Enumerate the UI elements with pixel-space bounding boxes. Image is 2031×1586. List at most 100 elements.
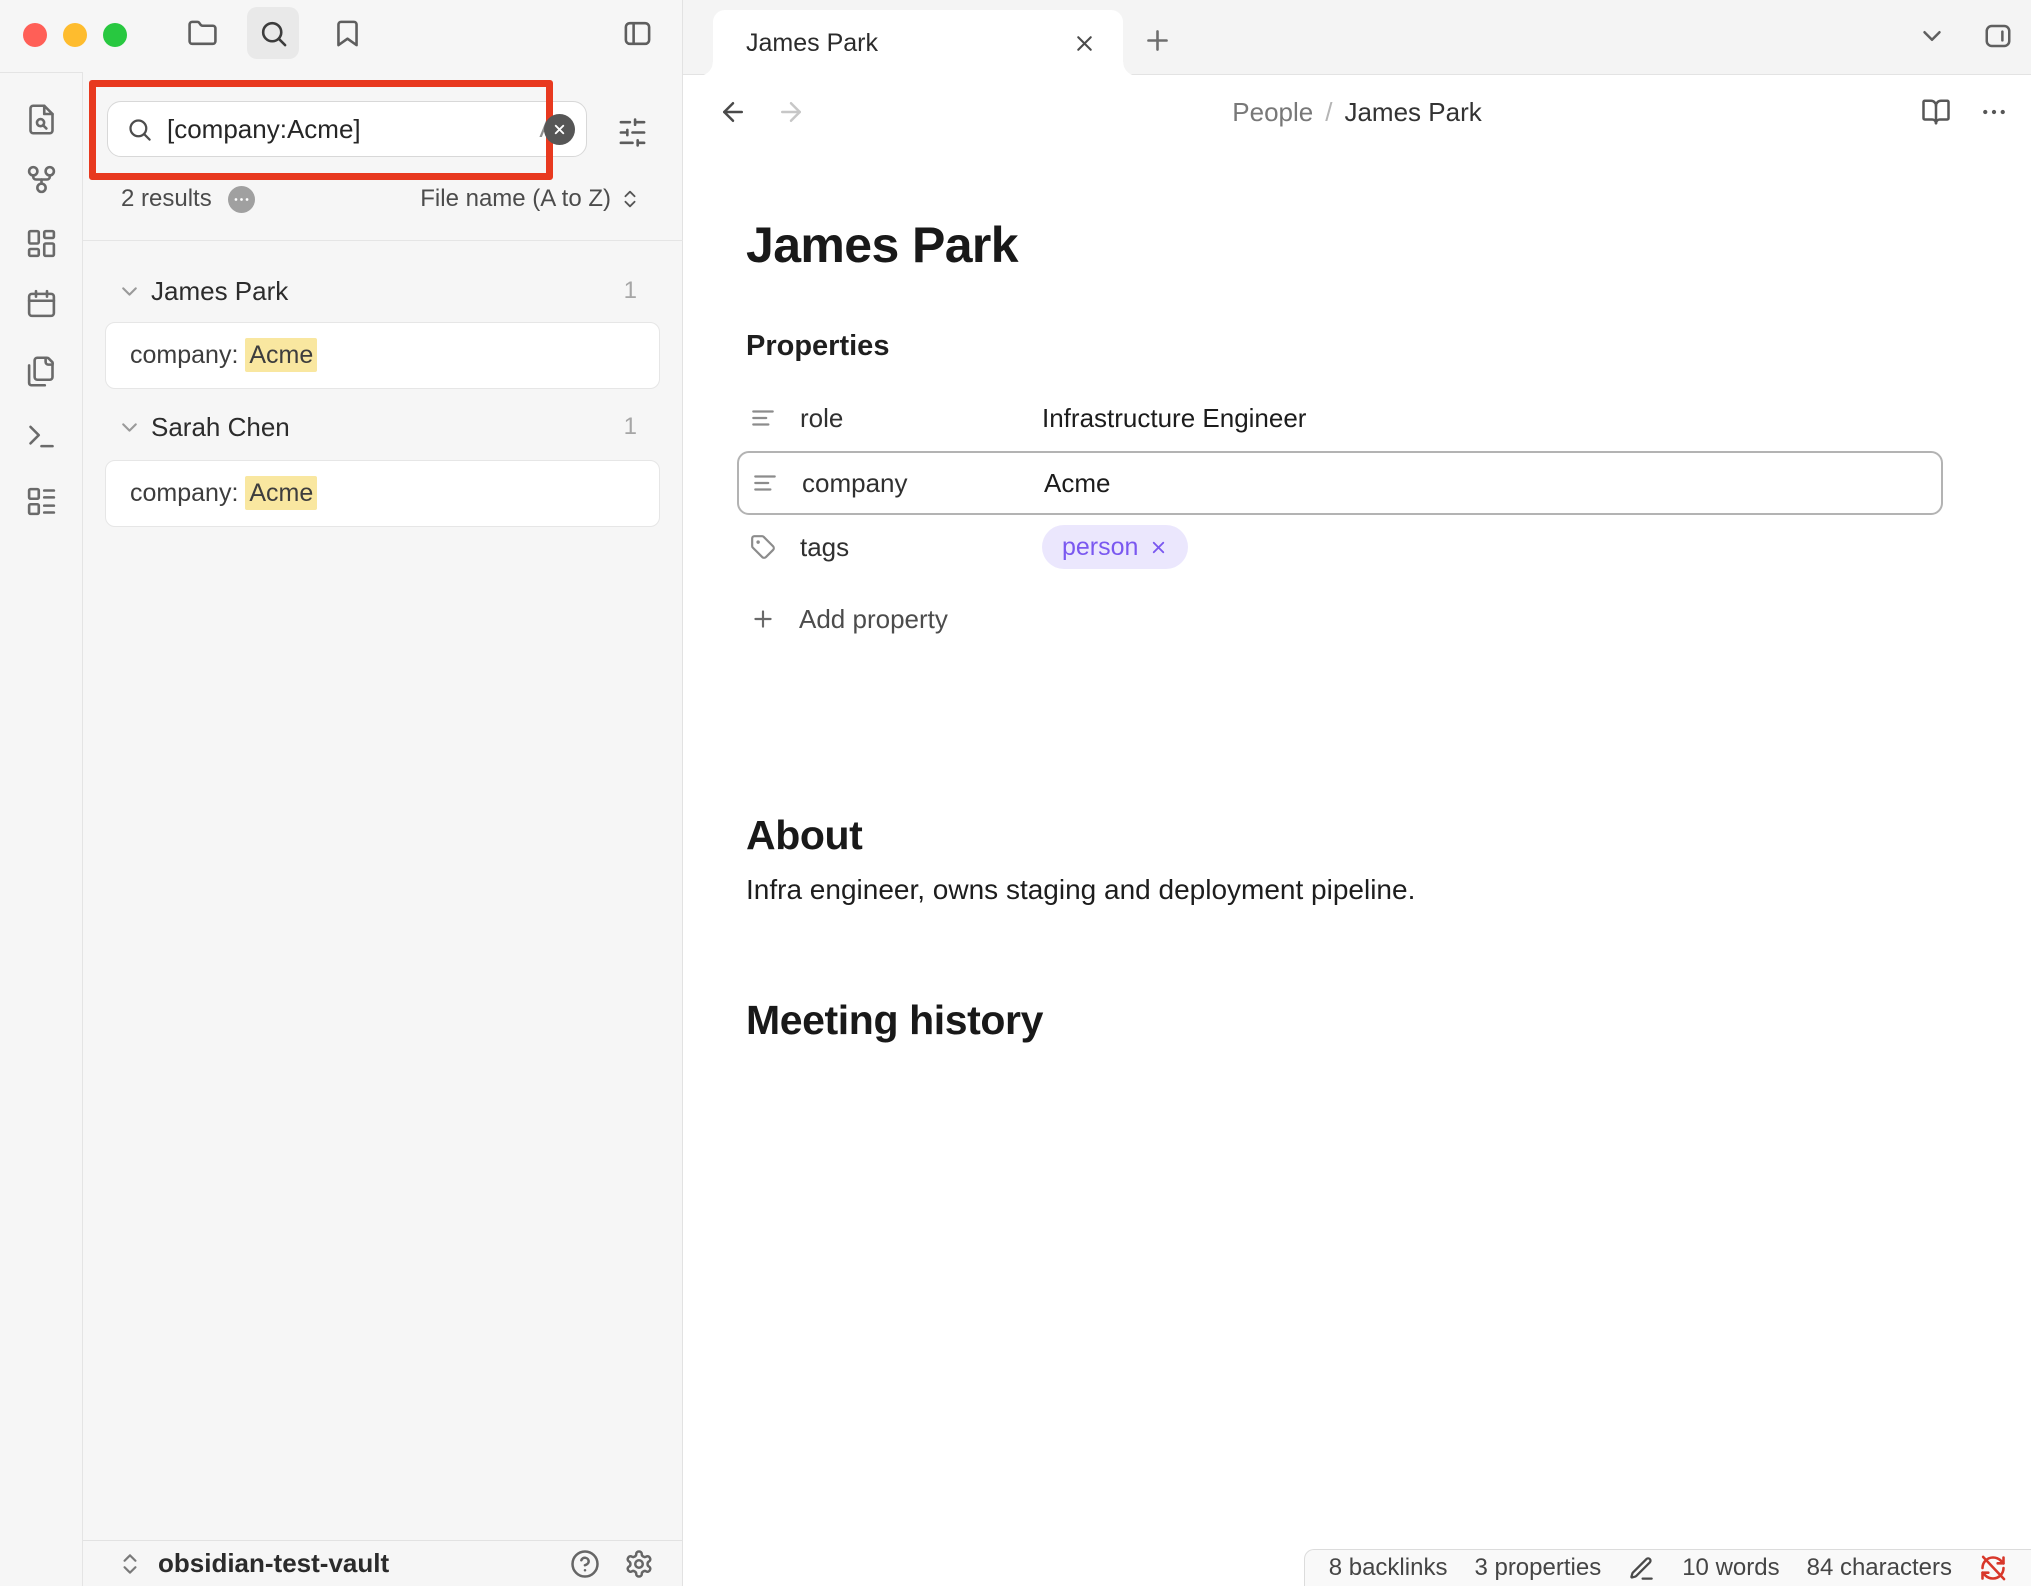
property-value[interactable]: Infrastructure Engineer	[1042, 403, 1306, 434]
result-group-title: Sarah Chen	[151, 412, 624, 443]
section-heading-about: About	[746, 812, 862, 859]
tab-list-button[interactable]	[1913, 17, 1951, 55]
chevrons-up-down-icon	[619, 188, 641, 210]
search-info-badge[interactable]	[228, 186, 255, 213]
vault-name[interactable]: obsidian-test-vault	[158, 1548, 567, 1579]
traffic-light-close[interactable]	[23, 23, 47, 47]
breadcrumb-folder[interactable]: People	[1232, 97, 1313, 128]
chevron-down-icon	[117, 415, 142, 440]
ribbon-templates-button[interactable]	[21, 351, 62, 392]
ellipsis-icon	[1979, 97, 2009, 127]
tab-close-button[interactable]	[1067, 26, 1101, 60]
file-search-icon	[25, 103, 58, 136]
property-row-tags[interactable]: tags person	[737, 515, 1943, 579]
gear-icon	[624, 1549, 654, 1579]
calendar-icon	[25, 287, 58, 320]
result-group-title: James Park	[151, 276, 624, 307]
remove-tag-icon[interactable]	[1149, 538, 1168, 557]
graph-icon	[25, 163, 58, 196]
result-group-count: 1	[624, 277, 637, 305]
result-group-count: 1	[624, 413, 637, 441]
results-divider	[83, 240, 683, 241]
word-count-status: 10 words	[1682, 1554, 1779, 1582]
properties-status[interactable]: 3 properties	[1474, 1554, 1601, 1582]
search-panel: [company:Acme] Aa 2 results File name (A…	[83, 0, 683, 1586]
sort-label: File name (A to Z)	[420, 185, 611, 213]
sort-order-button[interactable]: File name (A to Z)	[414, 184, 647, 214]
plus-icon	[750, 606, 776, 632]
result-group-sarah-chen[interactable]: Sarah Chen 1	[83, 401, 683, 453]
chevron-down-icon	[117, 279, 142, 304]
tag-pill-person[interactable]: person	[1042, 525, 1188, 569]
main-pane: James Park People	[683, 0, 2031, 1586]
ribbon-terminal-button[interactable]	[21, 416, 62, 457]
search-match[interactable]: company: Acme	[105, 322, 660, 389]
close-icon	[552, 122, 567, 137]
backlinks-status[interactable]: 8 backlinks	[1329, 1554, 1448, 1582]
breadcrumb-current: James Park	[1344, 97, 1481, 128]
help-button[interactable]	[567, 1546, 603, 1582]
left-sidebar: [company:Acme] Aa 2 results File name (A…	[0, 0, 683, 1586]
chevrons-up-down-icon	[117, 1551, 143, 1577]
new-tab-button[interactable]	[1138, 21, 1176, 59]
terminal-icon	[25, 420, 58, 453]
edit-mode-icon[interactable]	[1628, 1555, 1655, 1582]
reading-view-button[interactable]	[1917, 93, 1955, 131]
plus-icon	[1142, 25, 1173, 56]
match-highlight: Acme	[245, 338, 317, 372]
property-label[interactable]: company	[802, 468, 1044, 499]
tag-pill-label: person	[1062, 533, 1138, 562]
property-row-company[interactable]: company Acme	[737, 451, 1943, 515]
match-text: company: Acme	[130, 479, 317, 508]
search-query-text[interactable]: [company:Acme]	[167, 114, 525, 145]
property-label[interactable]: tags	[800, 532, 1042, 563]
align-left-icon	[752, 470, 778, 496]
add-property-button[interactable]: Add property	[737, 587, 954, 651]
search-match[interactable]: company: Acme	[105, 460, 660, 527]
align-left-icon	[750, 405, 776, 431]
properties-heading: Properties	[746, 330, 889, 363]
sync-error-icon[interactable]	[1979, 1554, 2007, 1582]
obsidian-window: [company:Acme] Aa 2 results File name (A…	[0, 0, 2031, 1586]
ribbon-daily-note-button[interactable]	[21, 283, 62, 324]
layout-dashboard-icon	[25, 227, 58, 260]
add-property-label: Add property	[799, 604, 948, 635]
breadcrumb-separator: /	[1325, 97, 1332, 128]
results-header: 2 results File name (A to Z)	[83, 176, 683, 222]
search-settings-button[interactable]	[610, 110, 654, 154]
tab-james-park[interactable]: James Park	[713, 10, 1123, 76]
vault-switcher-row: obsidian-test-vault	[83, 1540, 683, 1586]
ribbon-layout-list-button[interactable]	[21, 481, 62, 522]
about-paragraph[interactable]: Infra engineer, owns staging and deploym…	[746, 874, 1415, 906]
ellipsis-icon	[232, 190, 251, 209]
property-row-role[interactable]: role Infrastructure Engineer	[737, 386, 1943, 450]
ribbon	[0, 72, 83, 1586]
property-label[interactable]: role	[800, 403, 1042, 434]
match-text: company: Acme	[130, 341, 317, 370]
sliders-icon	[617, 117, 648, 148]
property-value[interactable]: Acme	[1044, 468, 1110, 499]
tab-title: James Park	[746, 29, 1067, 58]
ribbon-graph-button[interactable]	[21, 159, 62, 200]
ribbon-dashboard-button[interactable]	[21, 223, 62, 264]
close-icon	[1072, 31, 1097, 56]
tag-icon	[750, 534, 776, 560]
note-title[interactable]: James Park	[746, 216, 1018, 274]
clear-search-button[interactable]	[544, 114, 575, 145]
copy-files-icon	[25, 355, 58, 388]
ribbon-file-search-button[interactable]	[21, 99, 62, 140]
results-count: 2 results	[121, 185, 212, 213]
help-icon	[570, 1549, 600, 1579]
match-highlight: Acme	[245, 476, 317, 510]
result-group-james-park[interactable]: James Park 1	[83, 265, 683, 317]
note-header: People / James Park	[683, 76, 2031, 148]
search-input[interactable]: [company:Acme] Aa	[107, 101, 587, 157]
expand-right-sidebar-button[interactable]	[1979, 17, 2017, 55]
more-options-button[interactable]	[1975, 93, 2013, 131]
status-bar: 8 backlinks 3 properties 10 words 84 cha…	[1304, 1549, 2031, 1586]
settings-button[interactable]	[621, 1546, 657, 1582]
tab-bar: James Park	[683, 0, 2031, 75]
search-icon	[126, 116, 153, 143]
book-open-icon	[1921, 97, 1951, 127]
breadcrumb: People / James Park	[683, 76, 2031, 148]
